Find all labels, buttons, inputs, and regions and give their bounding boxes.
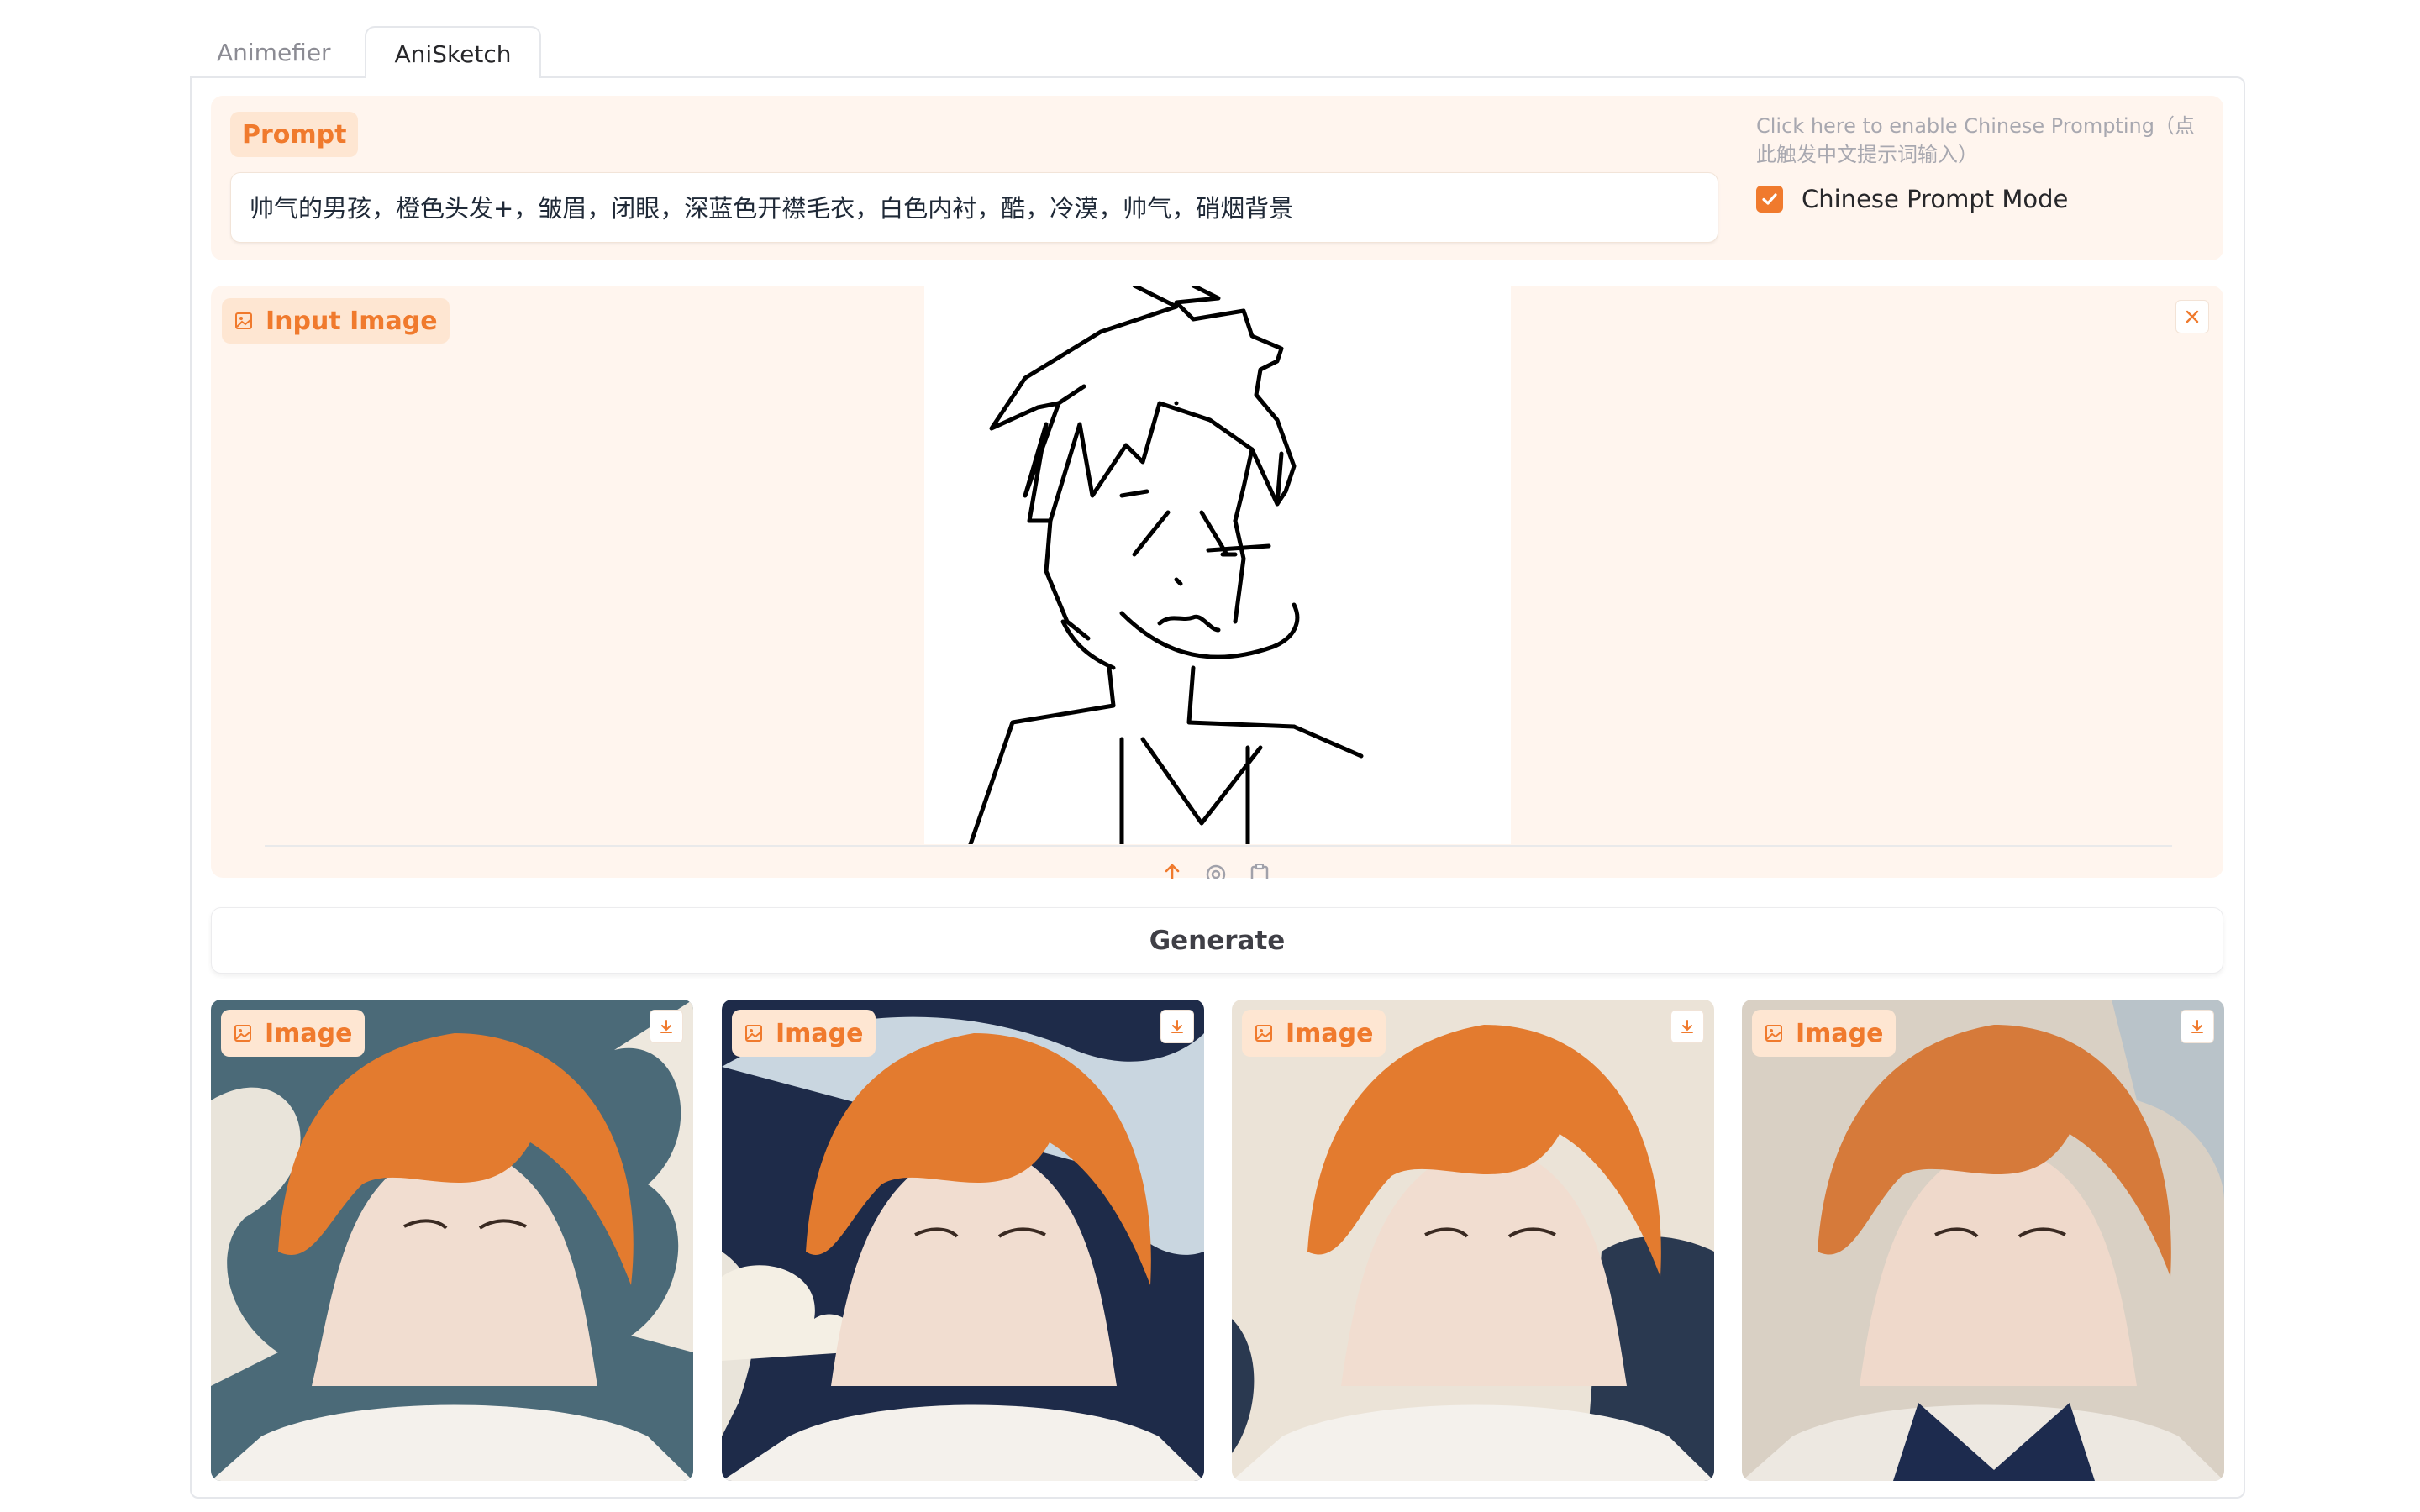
tab-animefier[interactable]: Animefier	[217, 39, 331, 67]
download-button[interactable]	[650, 1010, 683, 1043]
webcam-button[interactable]	[1205, 864, 1227, 879]
input-image-label-text: Input Image	[266, 306, 438, 336]
upload-icon	[1165, 864, 1180, 879]
download-icon	[660, 1020, 672, 1033]
sketch-drawing	[968, 283, 1364, 847]
image-icon	[234, 1025, 251, 1042]
output-image-label: Image	[1752, 1010, 1896, 1057]
image-icon	[235, 312, 252, 329]
output-image-3[interactable]: Image	[1232, 1000, 1714, 1481]
generate-button[interactable]: Generate	[211, 907, 2223, 974]
generated-image-art	[1232, 1000, 1714, 1481]
clear-image-button[interactable]	[2175, 300, 2209, 333]
chinese-prompt-hint: Click here to enable Chinese Prompting（点…	[1756, 114, 2195, 166]
upload-button[interactable]	[1161, 864, 1183, 879]
chinese-prompt-checkbox[interactable]	[1756, 186, 1783, 213]
download-button[interactable]	[2181, 1010, 2214, 1043]
toolbar-divider	[265, 845, 2172, 847]
download-icon	[1171, 1020, 1183, 1033]
output-image-1[interactable]: Image	[211, 1000, 693, 1481]
output-image-label-text: Image	[1796, 1018, 1884, 1048]
input-sketch-image	[924, 283, 1511, 847]
close-icon	[2186, 310, 2199, 323]
prompt-label-text: Prompt	[242, 119, 347, 150]
chinese-prompt-toggle[interactable]: Chinese Prompt Mode	[1756, 185, 2068, 213]
image-icon	[1765, 1025, 1782, 1042]
output-image-4[interactable]: Image	[1742, 1000, 2224, 1481]
download-icon	[1681, 1020, 1693, 1033]
webcam-icon	[1206, 864, 1226, 879]
download-icon	[2191, 1020, 2203, 1033]
chinese-prompt-label: Chinese Prompt Mode	[1802, 185, 2069, 213]
output-image-label: Image	[1242, 1010, 1386, 1057]
download-button[interactable]	[1670, 1010, 1704, 1043]
input-image-label: Input Image	[222, 298, 450, 344]
check-icon	[1762, 193, 1777, 205]
prompt-label: Prompt	[230, 112, 359, 157]
output-image-2[interactable]: Image	[722, 1000, 1204, 1481]
image-icon	[745, 1025, 762, 1042]
image-icon	[1255, 1025, 1272, 1042]
output-image-label-text: Image	[776, 1018, 864, 1048]
clipboard-icon	[1250, 864, 1269, 879]
download-button[interactable]	[1160, 1010, 1194, 1043]
output-image-label-text: Image	[1286, 1018, 1374, 1048]
output-image-label: Image	[732, 1010, 876, 1057]
generated-image-art	[211, 1000, 693, 1481]
output-image-label: Image	[221, 1010, 365, 1057]
generated-image-art	[722, 1000, 1204, 1481]
tab-anisketch[interactable]: AniSketch	[365, 26, 541, 78]
generated-image-art	[1742, 1000, 2224, 1481]
output-image-label-text: Image	[265, 1018, 353, 1048]
prompt-input[interactable]: 帅气的男孩，橙色头发+，皱眉，闭眼，深蓝色开襟毛衣，白色内衬，酷，冷漠，帅气，硝…	[230, 172, 1718, 243]
clipboard-button[interactable]	[1249, 864, 1270, 879]
